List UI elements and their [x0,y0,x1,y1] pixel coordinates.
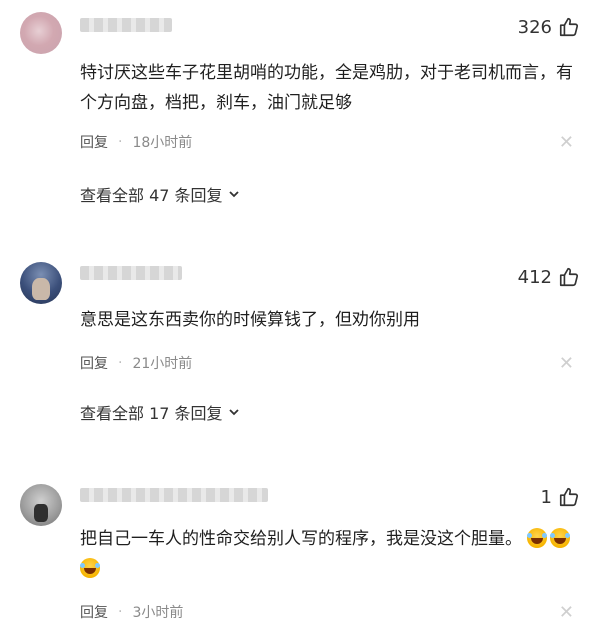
comment-meta: 回复 · 3小时前 [80,602,183,622]
avatar[interactable] [20,484,62,526]
like-count: 1 [540,486,552,508]
comment-text: 把自己一车人的性命交给别人写的程序，我是没这个胆量。 [80,529,522,549]
laughing-crying-emoji [80,558,100,578]
timestamp: 3小时前 [132,605,184,621]
close-icon[interactable]: ✕ [559,604,574,622]
like-button[interactable]: 1 [541,486,580,508]
thumb-up-icon [559,487,579,507]
separator-dot: · [118,604,123,620]
laughing-crying-emoji [527,528,548,548]
username-blurred[interactable] [80,488,268,502]
reply-button[interactable]: 回复 [80,602,108,622]
laughing-crying-emoji [550,528,571,548]
comment-text-block: 把自己一车人的性命交给别人写的程序，我是没这个胆量。 [80,524,580,584]
comment-item: 1 把自己一车人的性命交给别人写的程序，我是没这个胆量。 回复 · 3小时前 ✕ [0,0,600,637]
